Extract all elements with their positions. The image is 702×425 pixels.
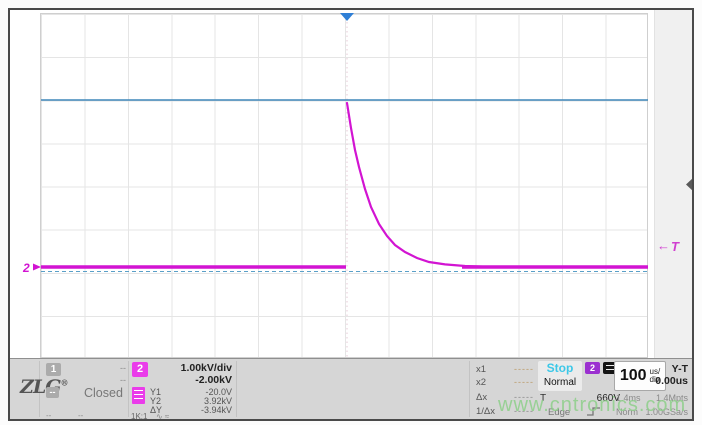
- ch1-footer-1: --: [46, 411, 51, 420]
- trigger-mode[interactable]: Normal: [538, 376, 582, 389]
- trigger-source-badge[interactable]: 2: [585, 362, 600, 374]
- ch2-offset: -2.00kV: [150, 374, 232, 386]
- cursor-dx-label: Δx: [476, 392, 487, 403]
- ch1-state: Closed: [84, 386, 123, 400]
- ch2-badge[interactable]: 2: [132, 362, 148, 377]
- ch2-ground-marker[interactable]: 2: [22, 261, 30, 275]
- watermark: www.cntronics.com: [498, 394, 686, 417]
- run-state[interactable]: Stop: [538, 361, 582, 376]
- ch1-footer-2: --: [78, 411, 83, 420]
- timebase-value: 100: [620, 367, 647, 385]
- cursor-x2-label: x2: [476, 377, 486, 388]
- cursor-dy-value: -3.94kV: [170, 405, 232, 415]
- ch2-ground-arrow-icon: [33, 264, 41, 271]
- cursor-x2-value: -----: [508, 377, 534, 387]
- zlg-logo: ZLG®: [20, 376, 68, 398]
- run-state-box[interactable]: Stop Normal: [538, 361, 582, 391]
- ch1-value-2: --: [98, 375, 126, 385]
- waveform-area: 2 ← T: [10, 10, 692, 358]
- trigger-delay: 0.00us: [644, 375, 688, 387]
- ch2-coupling-glyphs: ∿ ≈: [156, 412, 169, 421]
- ch2-probe-ratio: 1K:1: [131, 412, 147, 421]
- ch1-value-1: --: [98, 363, 126, 373]
- cursor-x1-value: -----: [508, 364, 534, 374]
- trigger-level-label: T: [671, 239, 680, 254]
- display-mode: Y-T: [650, 363, 688, 375]
- ch2-trace-decay: [347, 103, 520, 267]
- scope-screen: 2 ← T ZLG® 1 -- -- -- Closed -- -- 2 1.0…: [8, 8, 694, 421]
- ch2-coupling-icon: [132, 387, 145, 404]
- ch1-sub-badge: --: [46, 387, 59, 398]
- ch1-badge[interactable]: 1: [46, 363, 61, 376]
- cursor-x1-label: x1: [476, 364, 486, 375]
- cursor-invdx-label: 1/Δx: [476, 406, 495, 417]
- waveform-overlay: 2 ← T: [10, 10, 692, 358]
- ch2-scale: 1.00kV/div: [150, 362, 232, 374]
- trigger-position-icon[interactable]: [340, 13, 354, 21]
- menu-collapse-icon[interactable]: [686, 178, 692, 191]
- trigger-level-arrow-icon[interactable]: ←: [657, 238, 670, 253]
